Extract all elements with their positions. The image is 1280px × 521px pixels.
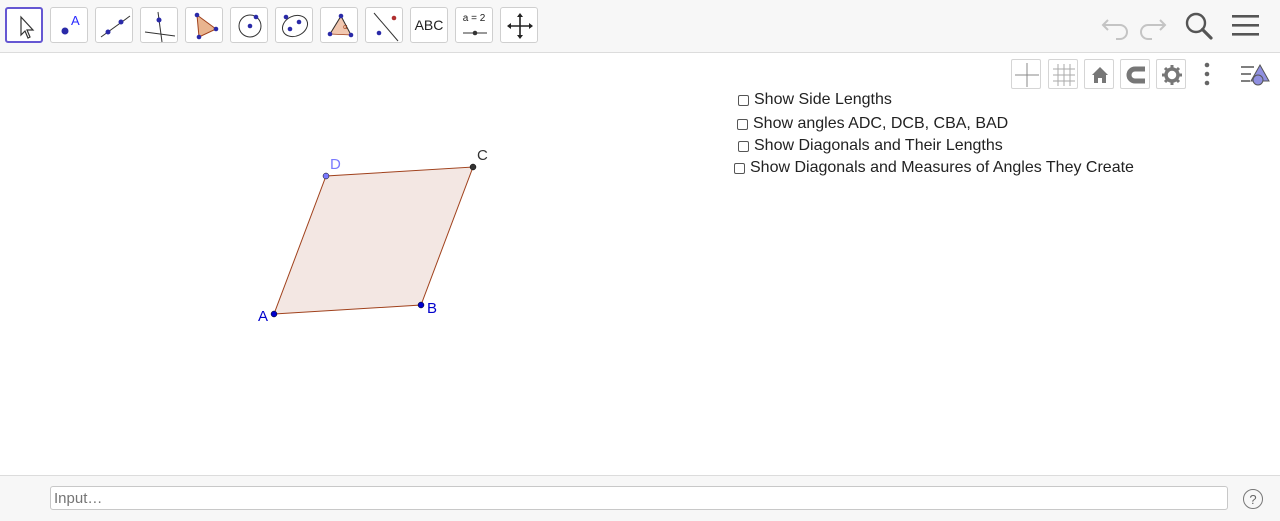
text-tool-label: ABC bbox=[414, 17, 444, 33]
input-bar: ? bbox=[0, 475, 1280, 521]
graphics-settings-button[interactable] bbox=[1156, 59, 1186, 89]
menu-icon bbox=[1232, 15, 1259, 36]
svg-text:α: α bbox=[343, 23, 348, 31]
reflect-line-icon bbox=[373, 12, 399, 42]
toggle-grid-button[interactable] bbox=[1048, 59, 1078, 89]
point-icon bbox=[61, 27, 69, 35]
checkbox-label: Show Diagonals and Measures of Angles Th… bbox=[750, 159, 1134, 176]
point-a[interactable] bbox=[270, 310, 278, 318]
point-label-b: B bbox=[427, 300, 437, 317]
ellipse-tool-button[interactable] bbox=[275, 7, 313, 43]
point-label-d: D bbox=[330, 156, 341, 173]
checkbox-show-diagonals-angles[interactable]: Show Diagonals and Measures of Angles Th… bbox=[734, 158, 1134, 178]
parallelogram-abcd[interactable] bbox=[273, 166, 474, 315]
slider-icon bbox=[463, 30, 487, 36]
graphics-view[interactable]: A B C D bbox=[0, 53, 1280, 475]
checkbox-box[interactable] bbox=[738, 94, 749, 106]
polygon-tool-button[interactable] bbox=[185, 7, 223, 43]
line-tool-button[interactable] bbox=[95, 7, 133, 43]
cursor-arrow-icon bbox=[20, 15, 35, 39]
checkbox-label: Show Diagonals and Their Lengths bbox=[754, 137, 1003, 154]
reflect-tool-button[interactable] bbox=[365, 7, 403, 43]
checkbox-box[interactable] bbox=[738, 140, 749, 152]
more-options-button[interactable] bbox=[1192, 59, 1222, 89]
checkbox-box[interactable] bbox=[734, 162, 745, 174]
undo-button[interactable] bbox=[1096, 6, 1134, 44]
help-icon: ? bbox=[1249, 491, 1257, 507]
circle-icon bbox=[238, 14, 262, 38]
redo-button[interactable] bbox=[1134, 6, 1172, 44]
checkbox-show-diagonals-lengths[interactable]: Show Diagonals and Their Lengths bbox=[738, 136, 1003, 156]
search-icon bbox=[1185, 12, 1213, 40]
text-tool-button[interactable]: ABC bbox=[410, 7, 448, 43]
standard-view-button[interactable] bbox=[1084, 59, 1114, 89]
move-tool-button[interactable] bbox=[5, 7, 43, 43]
point-d[interactable] bbox=[322, 172, 330, 180]
circle-tool-button[interactable] bbox=[230, 7, 268, 43]
point-label-a: A bbox=[258, 308, 268, 325]
checkbox-show-side-lengths[interactable]: Show Side Lengths bbox=[738, 90, 892, 110]
point-c[interactable] bbox=[469, 163, 477, 171]
main-toolbar: A α ABC a = 2 bbox=[0, 0, 1280, 53]
magnet-icon bbox=[1126, 66, 1145, 84]
ellipse-icon bbox=[281, 14, 309, 38]
point-label-c: C bbox=[477, 147, 488, 164]
point-capturing-button[interactable] bbox=[1120, 59, 1150, 89]
point-tool-button[interactable]: A bbox=[50, 7, 88, 43]
main-menu-button[interactable] bbox=[1227, 6, 1265, 44]
angle-icon: α bbox=[327, 13, 354, 38]
polygon-icon bbox=[194, 12, 219, 40]
toggle-axes-button[interactable] bbox=[1011, 59, 1041, 89]
checkbox-label: Show Side Lengths bbox=[754, 91, 892, 108]
redo-icon bbox=[1140, 19, 1167, 40]
line-icon bbox=[100, 15, 131, 38]
point-b[interactable] bbox=[417, 301, 425, 309]
checkbox-box[interactable] bbox=[737, 118, 748, 130]
input-field[interactable] bbox=[50, 486, 1228, 510]
axes-icon bbox=[1015, 63, 1039, 87]
undo-icon bbox=[1101, 19, 1128, 40]
home-icon bbox=[1092, 67, 1108, 83]
more-vertical-icon bbox=[1204, 62, 1210, 86]
move-arrows-icon bbox=[507, 13, 533, 39]
search-button[interactable] bbox=[1180, 6, 1218, 44]
help-button[interactable]: ? bbox=[1243, 489, 1263, 509]
point-tool-label: A bbox=[71, 13, 80, 28]
algebra-view-toggle[interactable] bbox=[1238, 59, 1272, 89]
gear-icon bbox=[1162, 65, 1182, 85]
grid-icon bbox=[1053, 64, 1075, 86]
algebra-toggle-icon bbox=[1241, 63, 1270, 86]
checkbox-label: Show angles ADC, DCB, CBA, BAD bbox=[753, 115, 1009, 132]
angle-tool-button[interactable]: α bbox=[320, 7, 358, 43]
slider-tool-button[interactable]: a = 2 bbox=[455, 7, 493, 43]
checkbox-show-angles[interactable]: Show angles ADC, DCB, CBA, BAD bbox=[737, 114, 1008, 134]
perpendicular-tool-button[interactable] bbox=[140, 7, 178, 43]
perpendicular-line-icon bbox=[144, 11, 176, 43]
move-graphics-tool-button[interactable] bbox=[500, 7, 538, 43]
